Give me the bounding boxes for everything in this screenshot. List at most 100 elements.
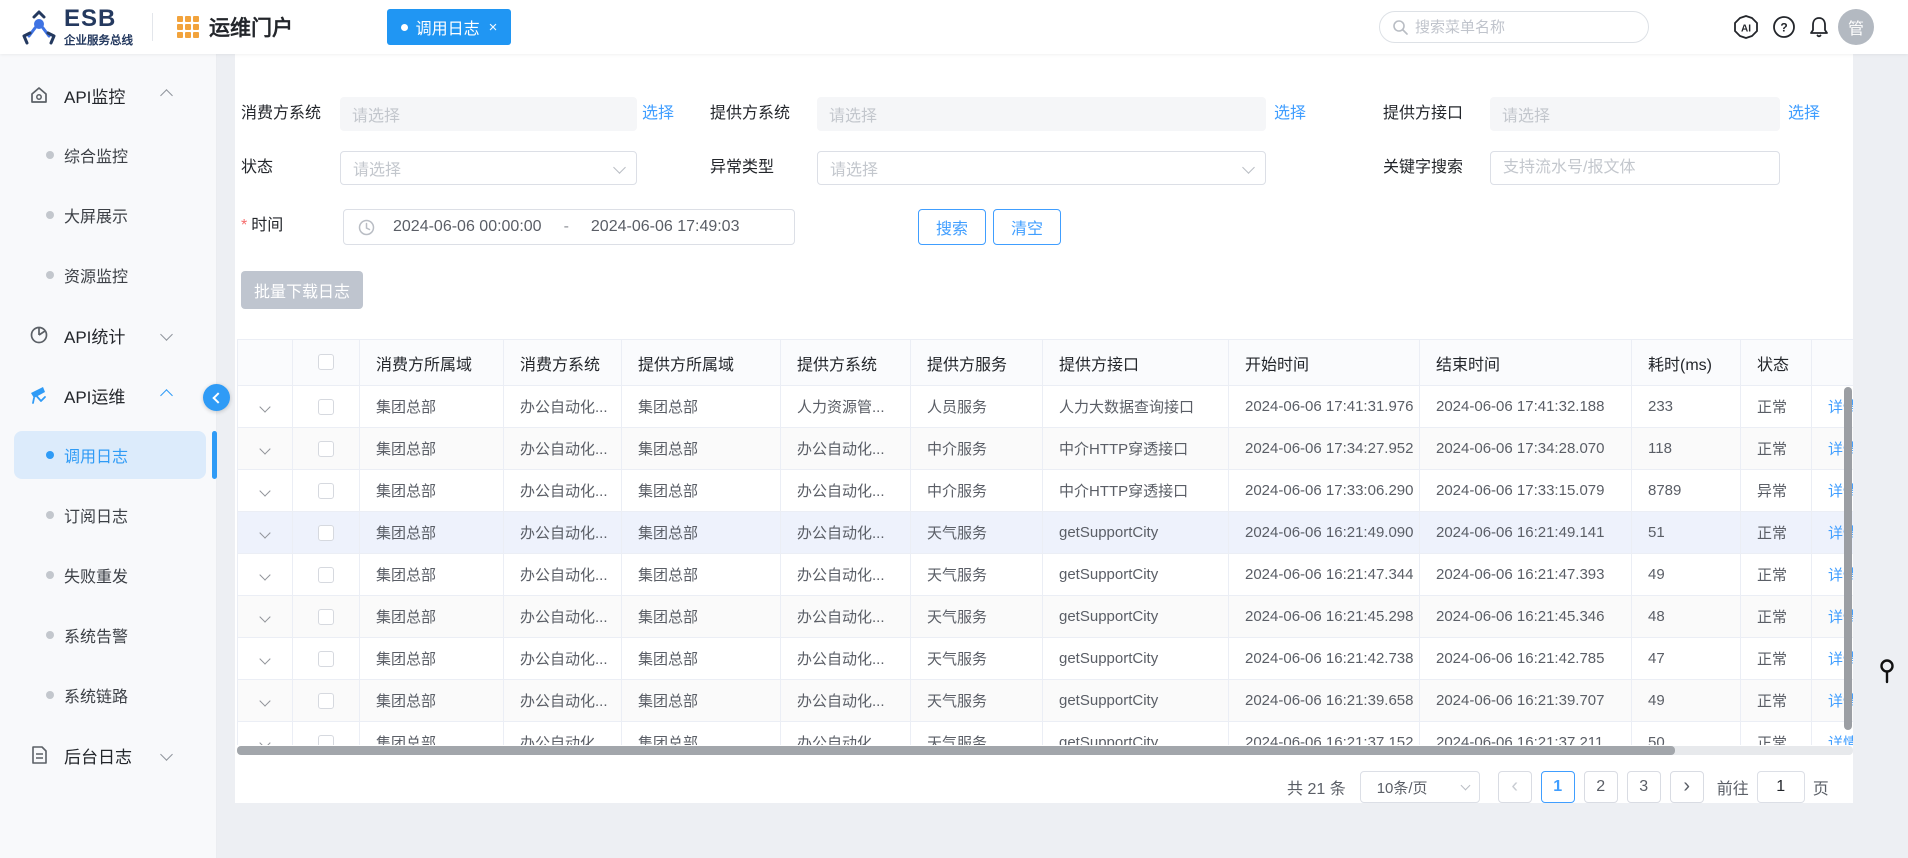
- status-label: 状态: [241, 151, 273, 185]
- table-row[interactable]: 集团总部 办公自动化... 集团总部 办公自动化... 中介服务 中介HTTP穿…: [238, 470, 1854, 512]
- consumer-system-select[interactable]: 请选择: [340, 97, 637, 131]
- page-size-select[interactable]: 10条/页: [1360, 771, 1480, 803]
- sidebar-collapse-button[interactable]: [203, 384, 230, 411]
- cell-provider-service: 天气服务: [911, 596, 1043, 638]
- row-expand-icon[interactable]: [259, 653, 270, 664]
- row-expand-icon[interactable]: [259, 401, 270, 412]
- row-checkbox[interactable]: [318, 525, 334, 541]
- consumer-system-choose-link[interactable]: 选择: [642, 97, 674, 131]
- select-all-checkbox[interactable]: [318, 354, 334, 370]
- header-divider: [152, 13, 153, 41]
- cell-end-time: 2024-06-06 16:21:47.393: [1420, 554, 1632, 596]
- cell-provider-service: 中介服务: [911, 428, 1043, 470]
- cell-status: 正常: [1741, 512, 1812, 554]
- notification-bell-icon[interactable]: [1806, 14, 1832, 40]
- sidebar-item-overview[interactable]: 综合监控: [0, 131, 217, 179]
- cell-provider-system: 办公自动化...: [781, 596, 911, 638]
- row-checkbox[interactable]: [318, 483, 334, 499]
- sidebar-item-system-chain[interactable]: 系统链路: [0, 671, 217, 719]
- cell-provider-system: 办公自动化...: [781, 512, 911, 554]
- bullet-icon: [46, 451, 54, 459]
- exception-type-select[interactable]: 请选择: [817, 151, 1266, 185]
- horizontal-scrollbar-thumb[interactable]: [237, 746, 1675, 755]
- provider-system-select[interactable]: 请选择: [817, 97, 1266, 131]
- status-select[interactable]: 请选择: [340, 151, 637, 185]
- row-checkbox[interactable]: [318, 399, 334, 415]
- clear-button[interactable]: 清空: [993, 209, 1061, 245]
- row-expand-icon[interactable]: [259, 695, 270, 706]
- sidebar-item-api-monitor[interactable]: API监控: [0, 71, 217, 119]
- time-range-picker[interactable]: 2024-06-06 00:00:00 - 2024-06-06 17:49:0…: [343, 209, 795, 245]
- clock-icon: [358, 219, 375, 236]
- table-row[interactable]: 集团总部 办公自动化... 集团总部 办公自动化... 中介服务 中介HTTP穿…: [238, 428, 1854, 470]
- sidebar-item-system-alarm[interactable]: 系统告警: [0, 611, 217, 659]
- menu-search-input[interactable]: [1415, 19, 1636, 36]
- batch-download-button[interactable]: 批量下载日志: [241, 271, 363, 309]
- table-row[interactable]: 集团总部 办公自动化... 集团总部 办公自动化... 天气服务 getSupp…: [238, 638, 1854, 680]
- row-expand-icon[interactable]: [259, 485, 270, 496]
- sidebar-item-api-ops[interactable]: API运维: [0, 371, 217, 419]
- time-end-value: 2024-06-06 17:49:03: [591, 218, 740, 236]
- sidebar-item-big-screen[interactable]: 大屏展示: [0, 191, 217, 239]
- user-avatar[interactable]: 管: [1838, 9, 1874, 45]
- keyword-search-input[interactable]: [1490, 151, 1780, 185]
- cell-end-time: 2024-06-06 16:21:42.785: [1420, 638, 1632, 680]
- sidebar-item-backend-log[interactable]: 后台日志: [0, 731, 217, 779]
- next-page-button[interactable]: ›: [1670, 771, 1704, 803]
- table-row[interactable]: 集团总部 办公自动化... 集团总部 办公自动化... 天气服务 getSupp…: [238, 722, 1854, 746]
- table-row[interactable]: 集团总部 办公自动化... 集团总部 办公自动化... 天气服务 getSupp…: [238, 596, 1854, 638]
- row-expand-icon[interactable]: [259, 569, 270, 580]
- table-row[interactable]: 集团总部 办公自动化... 集团总部 办公自动化... 天气服务 getSupp…: [238, 512, 1854, 554]
- row-expand-icon[interactable]: [259, 737, 270, 745]
- select-all-header: [293, 340, 360, 386]
- table-row[interactable]: 集团总部 办公自动化... 集团总部 办公自动化... 天气服务 getSupp…: [238, 680, 1854, 722]
- sidebar-item-subscribe-log[interactable]: 订阅日志: [0, 491, 217, 539]
- row-checkbox[interactable]: [318, 693, 334, 709]
- sidebar-item-api-stats[interactable]: API统计: [0, 311, 217, 359]
- detail-link[interactable]: 详情: [1828, 735, 1853, 745]
- row-expand-icon[interactable]: [259, 443, 270, 454]
- table-row[interactable]: 集团总部 办公自动化... 集团总部 人力资源管... 人员服务 人力大数据查询…: [238, 386, 1854, 428]
- row-expand-icon[interactable]: [259, 611, 270, 622]
- provider-interface-choose-link[interactable]: 选择: [1788, 97, 1820, 131]
- vertical-scrollbar-thumb[interactable]: [1844, 387, 1852, 730]
- cell-end-time: 2024-06-06 16:21:45.346: [1420, 596, 1632, 638]
- row-checkbox[interactable]: [318, 567, 334, 583]
- goto-page-input[interactable]: [1757, 771, 1805, 803]
- row-expand-icon[interactable]: [259, 527, 270, 538]
- cell-consumer-domain: 集团总部: [360, 512, 504, 554]
- help-icon[interactable]: ?: [1771, 14, 1797, 40]
- chevron-left-icon: [212, 392, 223, 403]
- tab-call-log[interactable]: 调用日志 ×: [387, 9, 511, 45]
- cell-consumer-domain: 集团总部: [360, 470, 504, 512]
- provider-system-choose-link[interactable]: 选择: [1274, 97, 1306, 131]
- sidebar-item-call-log[interactable]: 调用日志: [14, 431, 206, 479]
- page-button-3[interactable]: 3: [1627, 771, 1661, 803]
- search-button[interactable]: 搜索: [918, 209, 986, 245]
- page-button-2[interactable]: 2: [1584, 771, 1618, 803]
- cell-consumer-system: 办公自动化...: [504, 680, 622, 722]
- pagination: 共 21 条 10条/页 ‹ 1 2 3 › 前往 页: [1287, 771, 1829, 803]
- tab-close-icon[interactable]: ×: [489, 19, 498, 36]
- table-row[interactable]: 集团总部 办公自动化... 集团总部 办公自动化... 天气服务 getSupp…: [238, 554, 1854, 596]
- document-icon: [28, 744, 50, 766]
- svg-text:?: ?: [1780, 21, 1787, 35]
- row-checkbox[interactable]: [318, 609, 334, 625]
- cell-duration: 49: [1632, 554, 1741, 596]
- provider-interface-select[interactable]: 请选择: [1490, 97, 1780, 131]
- cell-provider-service: 天气服务: [911, 680, 1043, 722]
- chevron-down-icon: [1460, 781, 1470, 791]
- ai-assistant-icon[interactable]: AI: [1733, 14, 1759, 40]
- row-checkbox[interactable]: [318, 651, 334, 667]
- sidebar-item-resource-monitor[interactable]: 资源监控: [0, 251, 217, 299]
- cell-start-time: 2024-06-06 17:41:31.976: [1229, 386, 1420, 428]
- horizontal-scrollbar[interactable]: [237, 746, 1853, 755]
- sidebar-item-retry[interactable]: 失败重发: [0, 551, 217, 599]
- row-checkbox[interactable]: [318, 735, 334, 745]
- cell-consumer-domain: 集团总部: [360, 680, 504, 722]
- cell-start-time: 2024-06-06 16:21:42.738: [1229, 638, 1420, 680]
- prev-page-button[interactable]: ‹: [1498, 771, 1532, 803]
- page-button-1[interactable]: 1: [1541, 771, 1575, 803]
- row-checkbox[interactable]: [318, 441, 334, 457]
- portal-home[interactable]: 运维门户: [177, 0, 293, 54]
